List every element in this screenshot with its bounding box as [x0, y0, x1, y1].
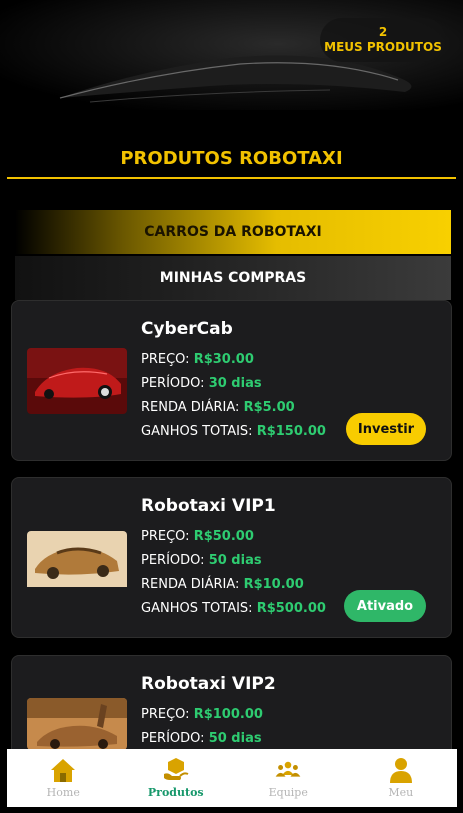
tab-label: MINHAS COMPRAS [159, 270, 307, 286]
price-label: PREÇO: [141, 707, 190, 722]
product-name: Robotaxi VIP2 [141, 674, 276, 694]
team-icon [275, 761, 301, 777]
bottom-navigation: Home Produtos Equipe Meu [7, 749, 457, 807]
price-row: PREÇO: R$50.00 [141, 529, 254, 544]
page-title: PRODUTOS ROBOTAXI [120, 148, 343, 169]
nav-label: Produtos [147, 786, 204, 799]
home-icon [51, 759, 76, 782]
period-label: PERÍODO: [141, 731, 205, 746]
daily-income-value: R$10.00 [243, 577, 304, 592]
daily-income-row: RENDA DIÁRIA: R$10.00 [141, 577, 304, 592]
nav-item-products[interactable]: Produtos [120, 749, 233, 807]
price-row: PREÇO: R$30.00 [141, 352, 254, 367]
daily-income-row: RENDA DIÁRIA: R$5.00 [141, 400, 295, 415]
price-value: R$30.00 [193, 352, 254, 367]
nav-item-home[interactable]: Home [7, 749, 120, 807]
period-label: PERÍODO: [141, 553, 205, 568]
product-image-gold-gullwing [27, 698, 127, 750]
tab-robotaxi-cars[interactable]: CARROS DA ROBOTAXI [15, 210, 451, 254]
nav-label: Home [46, 786, 80, 799]
product-image-red-cybercab [27, 348, 127, 414]
title-divider [7, 177, 456, 179]
period-row: PERÍODO: 50 dias [141, 731, 262, 746]
price-value: R$50.00 [193, 529, 254, 544]
hero-banner: 2 MEUS PRODUTOS [0, 0, 463, 110]
price-row: PREÇO: R$100.00 [141, 707, 263, 722]
total-earnings-value: R$150.00 [256, 424, 326, 439]
my-products-badge[interactable]: 2 MEUS PRODUTOS [320, 18, 446, 62]
total-earnings-label: GANHOS TOTAIS: [141, 601, 253, 616]
user-icon [389, 758, 412, 783]
nav-item-team[interactable]: Equipe [232, 749, 345, 807]
invest-button[interactable]: Investir [346, 413, 426, 445]
tab-label: CARROS DA ROBOTAXI [144, 224, 322, 240]
price-label: PREÇO: [141, 529, 190, 544]
daily-income-label: RENDA DIÁRIA: [141, 400, 240, 415]
nav-item-me[interactable]: Meu [345, 749, 458, 807]
product-image-gold-sedan [27, 531, 127, 597]
activated-button[interactable]: Ativado [344, 590, 426, 622]
total-earnings-row: GANHOS TOTAIS: R$500.00 [141, 601, 326, 616]
my-products-label: MEUS PRODUTOS [324, 40, 442, 54]
daily-income-value: R$5.00 [243, 400, 295, 415]
total-earnings-label: GANHOS TOTAIS: [141, 424, 253, 439]
product-card: CyberCab PREÇO: R$30.00 PERÍODO: 30 dias… [11, 300, 452, 461]
period-row: PERÍODO: 30 dias [141, 376, 262, 391]
total-earnings-row: GANHOS TOTAIS: R$150.00 [141, 424, 326, 439]
daily-income-label: RENDA DIÁRIA: [141, 577, 240, 592]
my-products-count: 2 [378, 25, 388, 39]
tab-my-purchases[interactable]: MINHAS COMPRAS [15, 256, 451, 300]
nav-label: Meu [388, 786, 414, 799]
period-value: 50 dias [208, 731, 262, 746]
product-name: Robotaxi VIP1 [141, 496, 276, 516]
price-value: R$100.00 [193, 707, 263, 722]
period-label: PERÍODO: [141, 376, 205, 391]
period-value: 50 dias [208, 553, 262, 568]
total-earnings-value: R$500.00 [256, 601, 326, 616]
price-label: PREÇO: [141, 352, 190, 367]
product-name: CyberCab [141, 319, 233, 339]
nav-label: Equipe [268, 786, 308, 799]
box-icon [163, 758, 189, 780]
period-row: PERÍODO: 50 dias [141, 553, 262, 568]
period-value: 30 dias [208, 376, 262, 391]
product-card: Robotaxi VIP1 PREÇO: R$50.00 PERÍODO: 50… [11, 477, 452, 638]
